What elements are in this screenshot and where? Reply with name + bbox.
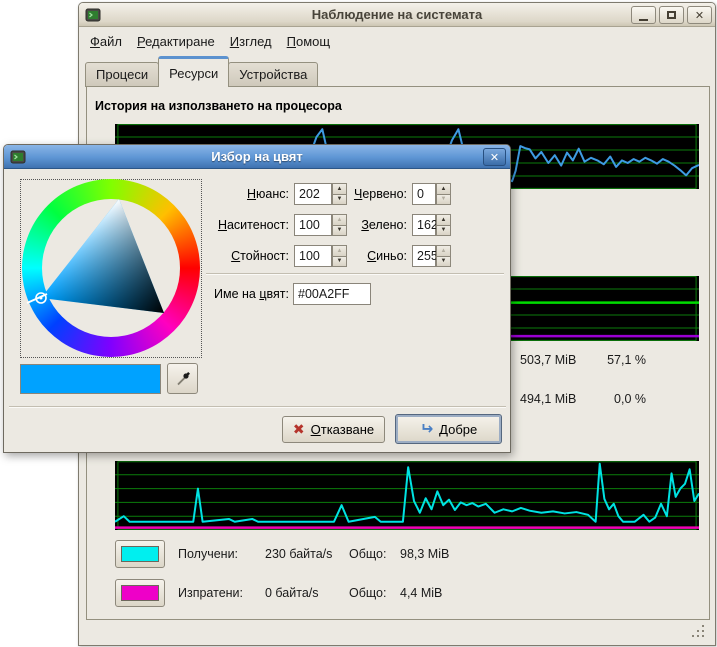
cpu-section-title: История на използването на процесора — [95, 99, 342, 113]
maximize-button[interactable] — [659, 6, 684, 24]
menu-view[interactable]: Изглед — [229, 32, 273, 51]
sent-rate: 0 байта/s — [265, 586, 349, 600]
sent-color-button[interactable] — [115, 579, 165, 607]
received-color-swatch — [121, 546, 159, 562]
spin-down-icon[interactable]: ▼ — [436, 194, 451, 206]
swap-amount: 494,1 MiB — [520, 392, 576, 407]
color-picker-dialog: Избор на цвят ✕ Нюанс: 202 ▲ ▼ — [3, 144, 511, 453]
received-total-label: Общо: — [349, 547, 400, 561]
minimize-button[interactable] — [631, 6, 656, 24]
tab-devices[interactable]: Устройства — [228, 62, 318, 87]
eyedropper-button[interactable] — [167, 363, 198, 394]
received-color-button[interactable] — [115, 540, 165, 568]
spin-up-icon[interactable]: ▲ — [436, 245, 451, 256]
maximize-icon — [667, 11, 676, 19]
ok-button[interactable]: ↵ Добре — [395, 414, 502, 444]
cancel-x-icon: ✖ — [293, 421, 305, 438]
tab-processes[interactable]: Процеси — [85, 62, 159, 87]
close-button[interactable]: ✕ — [687, 6, 712, 24]
cancel-button[interactable]: ✖ Отказване — [282, 416, 385, 443]
spin-down-icon[interactable]: ▼ — [436, 256, 451, 268]
tab-bar: Процеси Ресурси Устройства — [85, 56, 317, 87]
ok-enter-icon: ↵ — [420, 419, 433, 439]
blue-label: Синьо: — [312, 245, 407, 267]
fields-separator — [206, 273, 504, 275]
dialog-terminal-icon — [10, 149, 26, 165]
network-history-chart — [115, 461, 699, 530]
selected-color-preview — [20, 364, 161, 394]
sent-total-label: Общо: — [349, 586, 400, 600]
received-rate: 230 байта/s — [265, 547, 349, 561]
menubar: Файл Редактиране Изглед Помощ — [79, 28, 715, 54]
tab-resources[interactable]: Ресурси — [158, 56, 229, 87]
close-icon: ✕ — [695, 9, 704, 22]
blue-spinner[interactable]: ▲ ▼ — [436, 245, 451, 267]
window-title: Наблюдение на системата — [79, 7, 715, 22]
cancel-button-label: Отказване — [311, 422, 375, 437]
terminal-app-icon — [85, 7, 101, 23]
color-name-label: Име на цвят: — [194, 283, 289, 305]
menu-file[interactable]: Файл — [89, 32, 123, 51]
dialog-title: Избор на цвят — [4, 149, 510, 164]
blue-input[interactable]: 255 — [412, 245, 436, 267]
red-input[interactable]: 0 — [412, 183, 436, 205]
dialog-close-button[interactable]: ✕ — [483, 148, 506, 166]
menu-edit[interactable]: Редактиране — [136, 32, 216, 51]
network-received-row: Получени: 230 байта/s Общо: 98,3 MiB — [115, 540, 449, 568]
received-label: Получени: — [178, 547, 265, 561]
red-label: Червено: — [312, 183, 407, 205]
memory-percent: 57,1 % — [607, 353, 646, 368]
ok-button-label: Добре — [439, 422, 477, 437]
action-separator — [9, 406, 506, 408]
memory-amount: 503,7 MiB — [520, 353, 576, 368]
saturation-value-triangle[interactable] — [22, 179, 200, 357]
spin-up-icon[interactable]: ▲ — [436, 183, 451, 194]
eyedropper-icon — [175, 371, 191, 387]
dialog-close-icon: ✕ — [490, 151, 499, 164]
swap-percent: 0,0 % — [614, 392, 646, 407]
red-spinner[interactable]: ▲ ▼ — [436, 183, 451, 205]
color-name-input[interactable]: #00A2FF — [293, 283, 371, 305]
network-sent-row: Изпратени: 0 байта/s Общо: 4,4 MiB — [115, 579, 442, 607]
green-spinner[interactable]: ▲ ▼ — [436, 214, 451, 236]
memory-usage-row: 503,7 MiB 57,1 % — [520, 353, 646, 368]
hue-selector-dot — [40, 297, 43, 300]
received-total: 98,3 MiB — [400, 547, 449, 561]
saturation-label: Наситеност: — [194, 214, 289, 236]
sent-color-swatch — [121, 585, 159, 601]
window-titlebar[interactable]: Наблюдение на системата ✕ — [79, 3, 715, 27]
spin-up-icon[interactable]: ▲ — [436, 214, 451, 225]
dialog-titlebar[interactable]: Избор на цвят ✕ — [4, 145, 510, 169]
value-label: Стойност: — [194, 245, 289, 267]
hue-label: Нюанс: — [194, 183, 289, 205]
sent-total: 4,4 MiB — [400, 586, 442, 600]
minimize-icon — [639, 19, 648, 21]
green-input[interactable]: 162 — [412, 214, 436, 236]
spin-down-icon[interactable]: ▼ — [436, 225, 451, 237]
network-received-line — [115, 464, 699, 522]
swap-usage-row: 494,1 MiB 0,0 % — [520, 392, 646, 407]
statusbar — [82, 621, 712, 643]
sent-label: Изпратени: — [178, 586, 265, 600]
green-label: Зелено: — [312, 214, 407, 236]
menu-help[interactable]: Помощ — [286, 32, 331, 51]
resize-grip-icon[interactable] — [692, 625, 706, 639]
